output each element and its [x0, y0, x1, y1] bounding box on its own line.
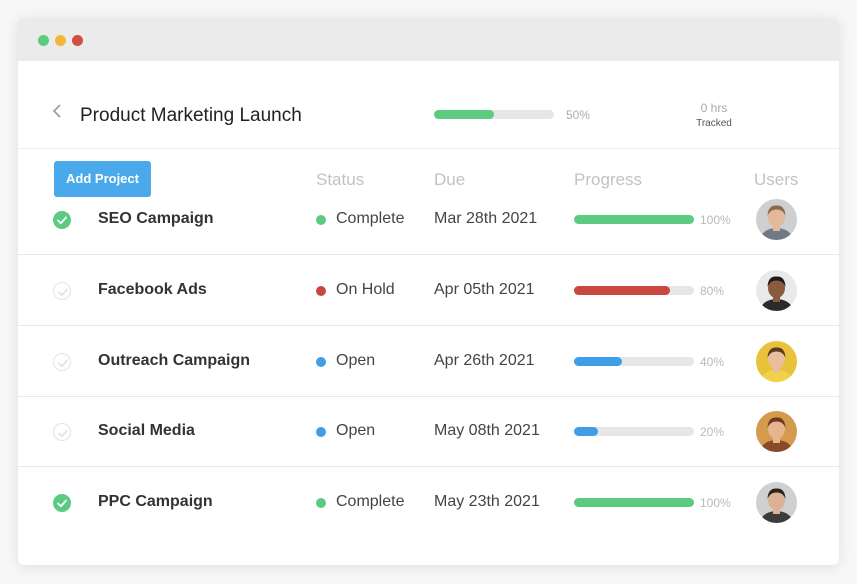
status-dot-icon: [316, 498, 326, 508]
due-date: May 08th 2021: [434, 422, 540, 439]
due-date: Mar 28th 2021: [434, 210, 538, 227]
task-progress-label: 20%: [700, 425, 725, 439]
status-dot-icon: [316, 427, 326, 437]
task-progress-label: 100%: [700, 213, 731, 227]
window-maximize-dot[interactable]: [72, 35, 83, 46]
empty-circle-icon[interactable]: [53, 282, 71, 300]
task-progress-label: 40%: [700, 355, 725, 369]
chevron-left-icon[interactable]: [52, 103, 62, 124]
window-titlebar: [18, 18, 839, 61]
user-avatar[interactable]: [756, 341, 797, 382]
task-progress-bar: [574, 498, 694, 507]
task-progress-bar: [574, 215, 694, 224]
task-name[interactable]: PPC Campaign: [98, 493, 213, 511]
tracked-hours: 0 hrs: [700, 101, 728, 115]
empty-circle-icon[interactable]: [53, 423, 71, 441]
status-dot-icon: [316, 215, 326, 225]
table-row[interactable]: Social Media Open May 08th 2021 20%: [18, 396, 839, 467]
status-label: Open: [336, 352, 376, 369]
project-progress-label: 50%: [566, 108, 591, 122]
task-progress-label: 80%: [700, 284, 725, 298]
table-row[interactable]: Facebook Ads On Hold Apr 05th 2021 80%: [18, 255, 839, 326]
project-progress-fill: [434, 110, 494, 119]
project-header: Product Marketing Launch 50% 0 hrs Track…: [18, 61, 839, 149]
user-avatar[interactable]: [756, 270, 797, 311]
task-progress-fill: [574, 215, 694, 224]
task-name[interactable]: Outreach Campaign: [98, 352, 250, 370]
app-window: Product Marketing Launch 50% 0 hrs Track…: [18, 18, 839, 565]
user-avatar[interactable]: [756, 482, 797, 523]
table-row[interactable]: PPC Campaign Complete May 23th 2021 100%: [18, 467, 839, 538]
due-date: Apr 26th 2021: [434, 352, 535, 369]
task-progress-bar: [574, 427, 694, 436]
status-dot-icon: [316, 357, 326, 367]
checkmark-circle-icon[interactable]: [53, 494, 71, 512]
status-label: Complete: [336, 493, 405, 510]
task-name[interactable]: Facebook Ads: [98, 281, 207, 299]
status-label: On Hold: [336, 281, 395, 298]
task-progress-fill: [574, 427, 598, 436]
task-progress-bar: [574, 357, 694, 366]
task-name[interactable]: SEO Campaign: [98, 210, 214, 228]
user-avatar[interactable]: [756, 411, 797, 452]
window-minimize-dot[interactable]: [55, 35, 66, 46]
checkmark-circle-icon[interactable]: [53, 211, 71, 229]
page-title: Product Marketing Launch: [80, 105, 302, 126]
task-progress-label: 100%: [700, 496, 731, 510]
task-progress-fill: [574, 498, 694, 507]
due-date: Apr 05th 2021: [434, 281, 535, 298]
task-progress-bar: [574, 286, 694, 295]
window-close-dot[interactable]: [38, 35, 49, 46]
due-date: May 23th 2021: [434, 493, 540, 510]
task-progress-fill: [574, 286, 670, 295]
task-name[interactable]: Social Media: [98, 422, 195, 440]
status-dot-icon: [316, 286, 326, 296]
status-label: Complete: [336, 210, 405, 227]
empty-circle-icon[interactable]: [53, 353, 71, 371]
table-row[interactable]: Outreach Campaign Open Apr 26th 2021 40%: [18, 326, 839, 397]
status-label: Open: [336, 422, 376, 439]
table-row[interactable]: SEO Campaign Complete Mar 28th 2021 100%: [18, 184, 839, 255]
project-progress-bar: [434, 110, 554, 119]
task-progress-fill: [574, 357, 622, 366]
user-avatar[interactable]: [756, 199, 797, 240]
tracked-label: Tracked: [696, 118, 732, 129]
